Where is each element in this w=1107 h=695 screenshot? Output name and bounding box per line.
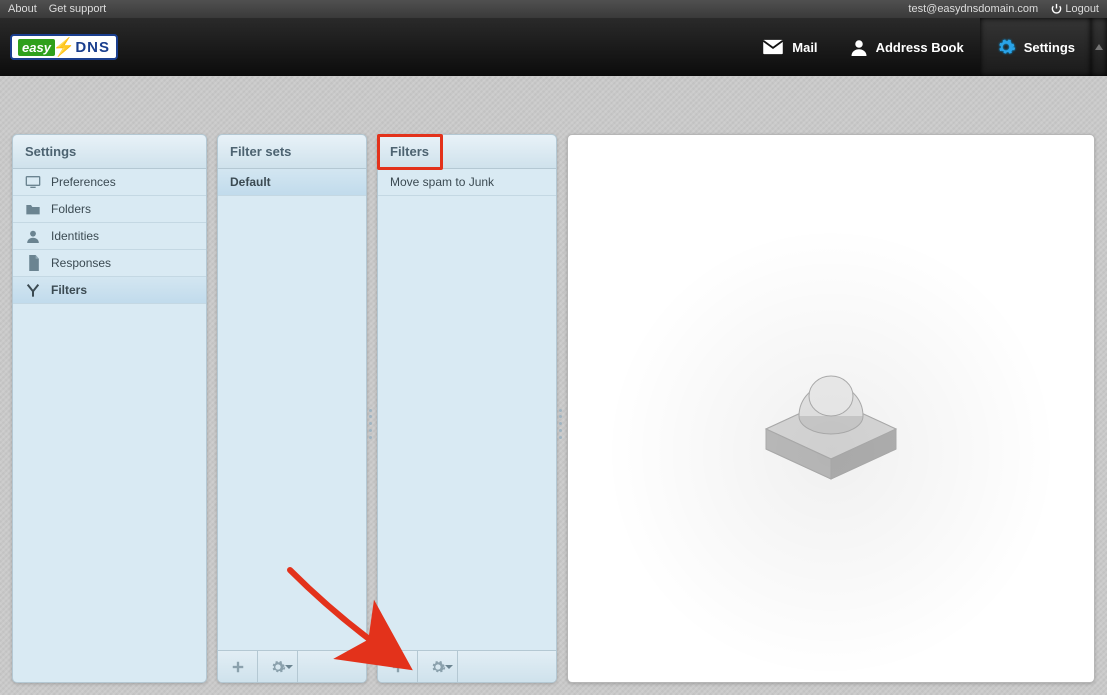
filterset-actions-button[interactable] bbox=[258, 651, 298, 682]
tab-settings-label: Settings bbox=[1024, 40, 1075, 55]
settings-nav-label: Responses bbox=[51, 250, 111, 277]
filtersets-panel-title: Filter sets bbox=[218, 135, 366, 169]
mail-icon bbox=[762, 39, 784, 55]
doc-icon bbox=[25, 255, 41, 271]
bolt-icon: ⚡ bbox=[53, 40, 75, 54]
gear-icon bbox=[430, 659, 446, 675]
filterset-label: Default bbox=[230, 169, 271, 196]
filters-list: Move spam to Junk bbox=[378, 169, 556, 196]
settings-dropdown-toggle[interactable] bbox=[1091, 18, 1107, 76]
logout-link[interactable]: Logout bbox=[1051, 3, 1099, 15]
monitor-icon bbox=[25, 175, 41, 189]
splitter-handle[interactable] bbox=[369, 409, 373, 439]
logo-dns: DNS bbox=[75, 39, 110, 56]
content-area bbox=[567, 134, 1095, 683]
add-filterset-button[interactable] bbox=[218, 651, 258, 682]
splitter-handle[interactable] bbox=[559, 409, 563, 439]
main-toolbar: easy ⚡ DNS Mail Address Book Settings bbox=[0, 18, 1107, 76]
filtersets-panel: Filter sets Default bbox=[217, 134, 367, 683]
filter-icon bbox=[25, 283, 41, 297]
tab-mail-label: Mail bbox=[792, 40, 817, 55]
person-icon bbox=[25, 229, 41, 243]
logo-easy: easy bbox=[18, 39, 55, 56]
support-link[interactable]: Get support bbox=[49, 3, 106, 15]
tab-settings[interactable]: Settings bbox=[980, 18, 1091, 76]
person-icon bbox=[850, 38, 868, 56]
filtersets-list: Default bbox=[218, 169, 366, 196]
about-link[interactable]: About bbox=[8, 3, 37, 15]
utility-bar: About Get support test@easydnsdomain.com… bbox=[0, 0, 1107, 18]
chevron-up-icon bbox=[1095, 44, 1103, 50]
power-icon bbox=[1051, 3, 1062, 14]
gear-icon bbox=[996, 37, 1016, 57]
settings-nav-item[interactable]: Identities bbox=[13, 223, 206, 250]
filters-footer bbox=[378, 650, 556, 682]
user-email[interactable]: test@easydnsdomain.com bbox=[908, 3, 1038, 15]
settings-nav-label: Identities bbox=[51, 223, 99, 250]
filtersets-footer bbox=[218, 650, 366, 682]
tab-addressbook[interactable]: Address Book bbox=[834, 18, 980, 76]
settings-nav-label: Folders bbox=[51, 196, 91, 223]
add-filter-button[interactable] bbox=[378, 651, 418, 682]
filters-panel-title: Filters bbox=[378, 135, 556, 169]
plus-icon bbox=[391, 660, 405, 674]
plus-icon bbox=[231, 660, 245, 674]
settings-nav-label: Filters bbox=[51, 277, 87, 304]
settings-nav-list: PreferencesFoldersIdentitiesResponsesFil… bbox=[13, 169, 206, 304]
filter-label: Move spam to Junk bbox=[390, 169, 494, 196]
gear-icon bbox=[270, 659, 286, 675]
settings-nav-label: Preferences bbox=[51, 169, 116, 196]
folder-icon bbox=[25, 202, 41, 216]
settings-panel: Settings PreferencesFoldersIdentitiesRes… bbox=[12, 134, 207, 683]
settings-panel-title: Settings bbox=[13, 135, 206, 169]
workspace: Settings PreferencesFoldersIdentitiesRes… bbox=[0, 76, 1107, 695]
filter-actions-button[interactable] bbox=[418, 651, 458, 682]
brand-logo[interactable]: easy ⚡ DNS bbox=[10, 34, 118, 60]
tab-addressbook-label: Address Book bbox=[876, 40, 964, 55]
filter-item[interactable]: Move spam to Junk bbox=[378, 169, 556, 196]
filters-panel: Filters Move spam to Junk bbox=[377, 134, 557, 683]
filterset-item[interactable]: Default bbox=[218, 169, 366, 196]
settings-nav-item[interactable]: Folders bbox=[13, 196, 206, 223]
settings-nav-item[interactable]: Filters bbox=[13, 277, 206, 304]
tab-mail[interactable]: Mail bbox=[746, 18, 833, 76]
settings-nav-item[interactable]: Responses bbox=[13, 250, 206, 277]
settings-nav-item[interactable]: Preferences bbox=[13, 169, 206, 196]
